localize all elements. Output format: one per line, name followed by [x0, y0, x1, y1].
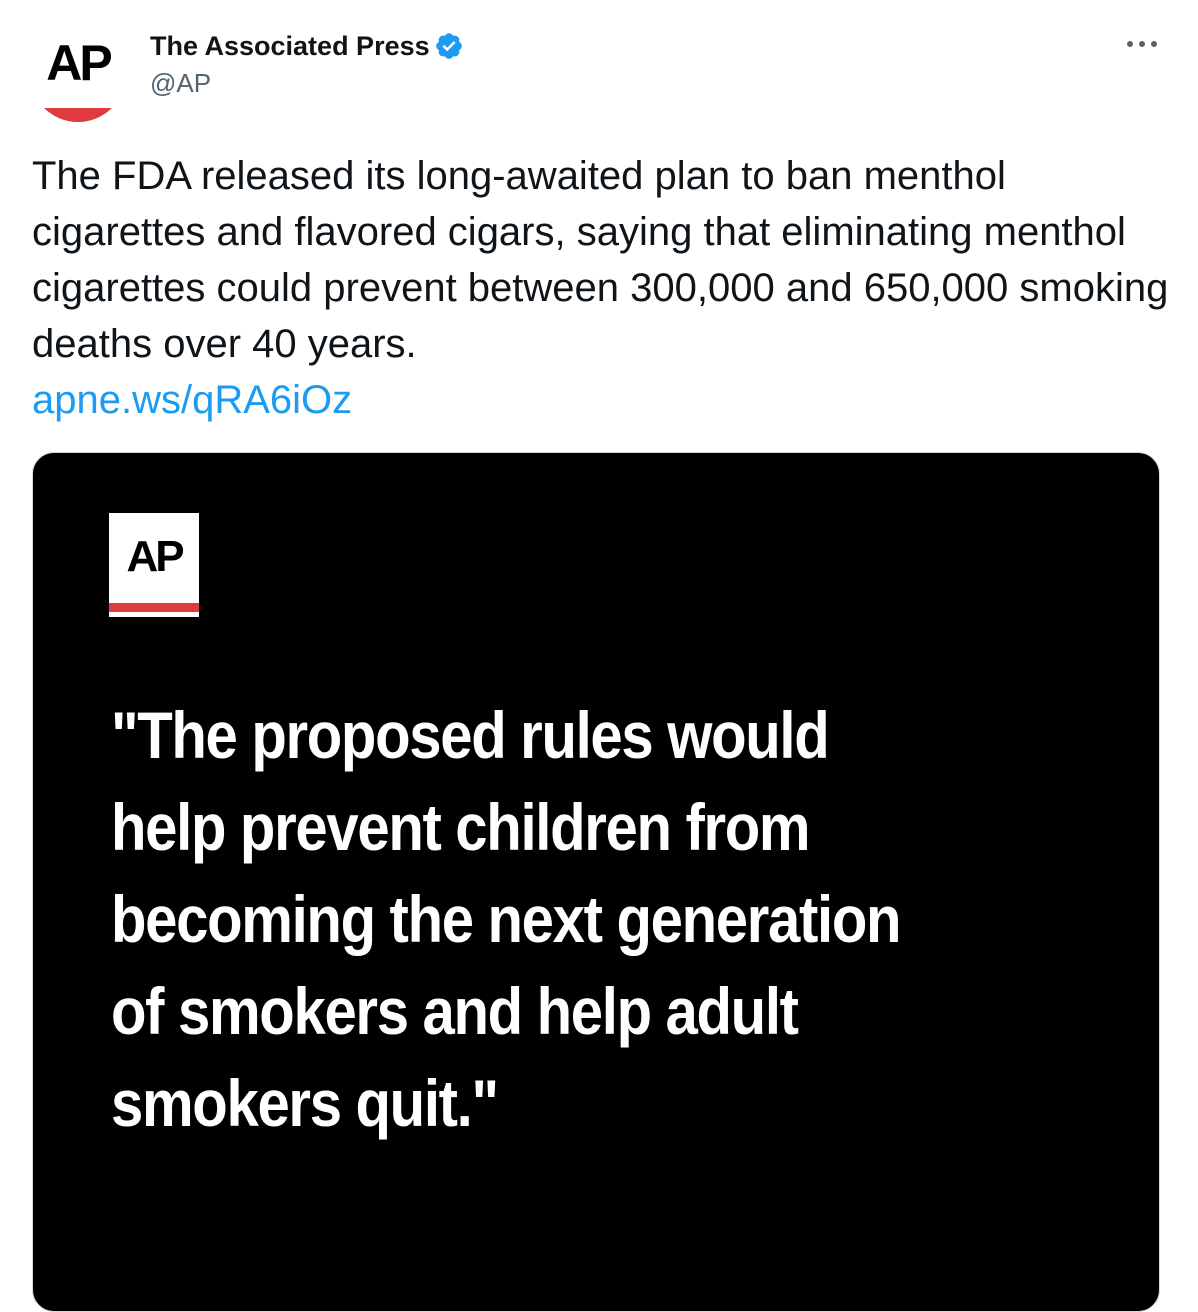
author-name-row: The Associated Press [150, 28, 464, 64]
more-options-icon[interactable] [1118, 30, 1166, 58]
verified-badge-icon [435, 33, 462, 59]
card-ap-logo-red-bar [109, 603, 199, 612]
tweet-link[interactable]: apne.ws/qRA6iOz [32, 372, 352, 428]
author-display-name[interactable]: The Associated Press [150, 31, 430, 62]
ap-logo-icon: AP [46, 35, 112, 91]
card-ap-logo-text: AP [126, 532, 184, 581]
media-image-card[interactable]: AP "The proposed rules would help preven… [32, 452, 1160, 1312]
card-ap-logo-icon: AP [109, 513, 199, 617]
card-quote-text: "The proposed rules would help prevent c… [111, 698, 902, 1140]
avatar[interactable]: AP [30, 26, 126, 122]
ap-logo-red-bar [40, 108, 116, 122]
tweet-text: The FDA released its long-awaited plan t… [32, 154, 1169, 366]
author-handle[interactable]: @AP [150, 68, 211, 99]
